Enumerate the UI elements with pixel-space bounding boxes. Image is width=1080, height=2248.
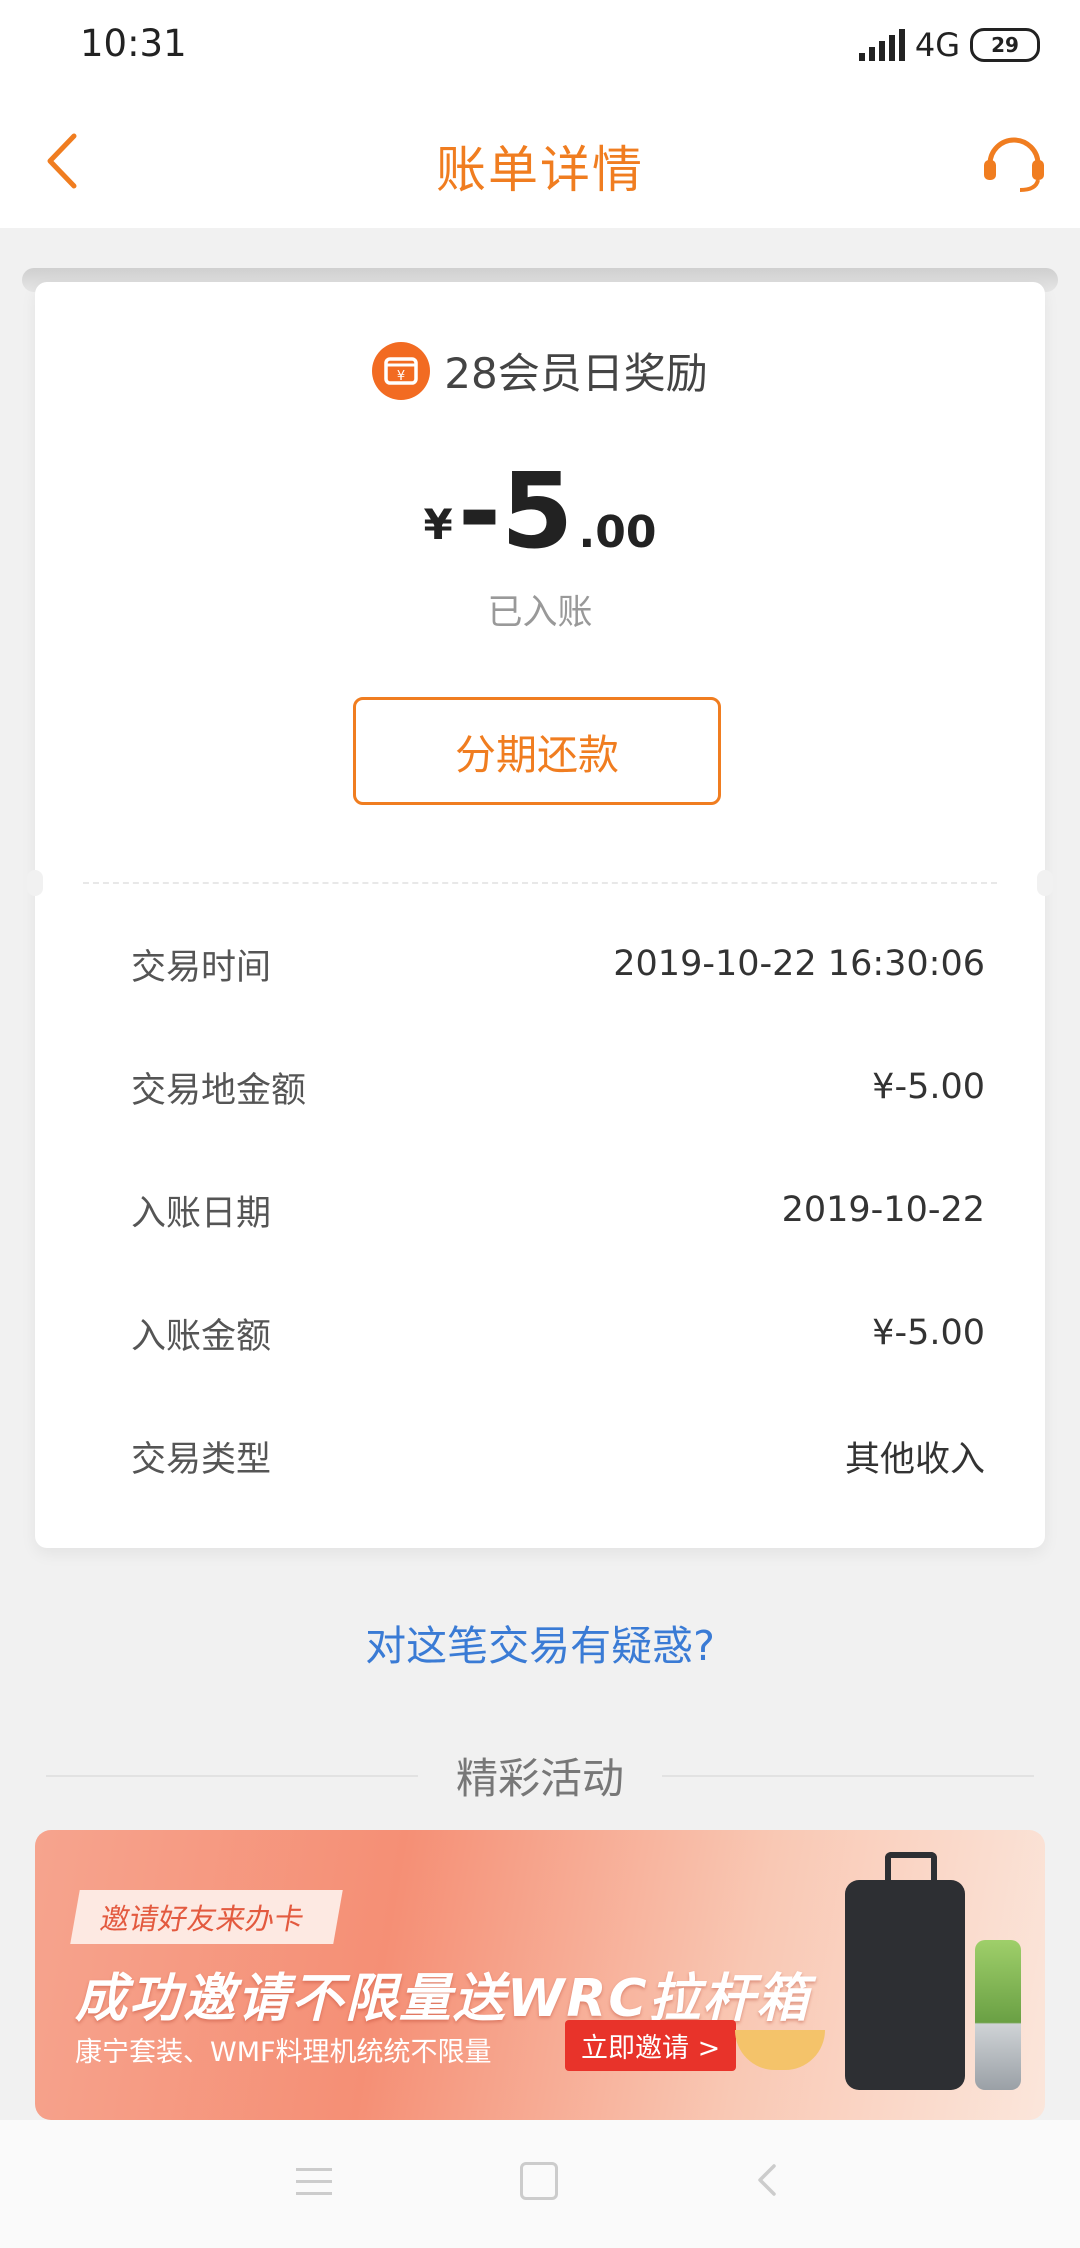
detail-row-transaction-amount: 交易地金额 ¥-5.00 [131,1057,985,1117]
svg-text:¥: ¥ [397,369,405,384]
headset-icon [984,137,1044,192]
battery-level: 29 [991,33,1019,57]
banner-tag: 邀请好友来办卡 [70,1890,343,1944]
amount: ¥ -5 .00 [35,450,1045,572]
merchant-name: 28会员日奖励 [444,349,708,398]
installment-button[interactable]: 分期还款 [353,697,721,805]
suitcase-image [845,1852,965,2090]
activities-title: 精彩活动 [456,1754,625,1803]
detail-value: 2019-10-22 [781,1190,985,1230]
detail-row-transaction-time: 交易时间 2019-10-22 16:30:06 [131,934,985,994]
transaction-doubt-link[interactable]: 对这笔交易有疑惑? [0,1612,1080,1672]
bill-card: ¥ 28会员日奖励 ¥ -5 .00 已入账 分期还款 交易时间 2019-10… [27,282,1053,1548]
status-time: 10:31 [80,22,187,65]
customer-service-button[interactable] [976,124,1052,200]
detail-value: ¥-5.00 [872,1067,985,1107]
detail-label: 交易类型 [131,1439,272,1480]
merchant-row: ¥ 28会员日奖励 [35,340,1045,401]
wallet-icon: ¥ [372,341,431,400]
detail-value: 其他收入 [844,1439,985,1480]
amount-integer: -5 [457,450,574,572]
dashed-divider [83,882,997,884]
divider-notch-left [27,870,43,896]
status-indicators: 4G 29 [858,26,1040,64]
back-triangle-icon[interactable] [748,2160,788,2200]
detail-label: 交易时间 [131,947,272,988]
battery-icon: 29 [970,28,1040,62]
divider [46,1774,418,1777]
activities-section-title: 精彩活动 [46,1745,1035,1806]
detail-row-transaction-type: 交易类型 其他收入 [131,1426,985,1486]
system-nav-bar [0,2120,1080,2248]
amount-decimal: .00 [578,507,657,558]
page-title: 账单详情 [436,141,644,199]
detail-row-posting-date: 入账日期 2019-10-22 [131,1180,985,1240]
divider [662,1774,1035,1777]
detail-label: 入账日期 [131,1193,272,1234]
network-type: 4G [914,26,960,64]
signal-icon [858,29,905,61]
detail-value: ¥-5.00 [872,1313,985,1353]
posting-status: 已入账 [487,593,593,633]
menu-icon[interactable] [296,2168,332,2198]
detail-value: 2019-10-22 16:30:06 [613,944,985,984]
promo-banner[interactable]: 邀请好友来办卡 成功邀请不限量送WRC拉杆箱 康宁套装、WMF料理机统统不限量 … [35,1830,1045,2120]
home-square-icon[interactable] [520,2162,558,2200]
detail-label: 交易地金额 [131,1070,307,1111]
divider-notch-right [1037,870,1053,896]
nav-bar: 账单详情 [0,96,1080,228]
detail-row-posting-amount: 入账金额 ¥-5.00 [131,1303,985,1363]
detail-label: 入账金额 [131,1316,272,1357]
status-bar: 10:31 4G 29 [0,0,1080,96]
blender-image [975,1940,1021,2090]
currency-symbol: ¥ [423,500,453,549]
banner-subtitle: 康宁套装、WMF料理机统统不限量 [75,2037,492,2068]
invite-now-button[interactable]: 立即邀请 > [565,2020,737,2071]
cookware-image [735,2030,825,2070]
